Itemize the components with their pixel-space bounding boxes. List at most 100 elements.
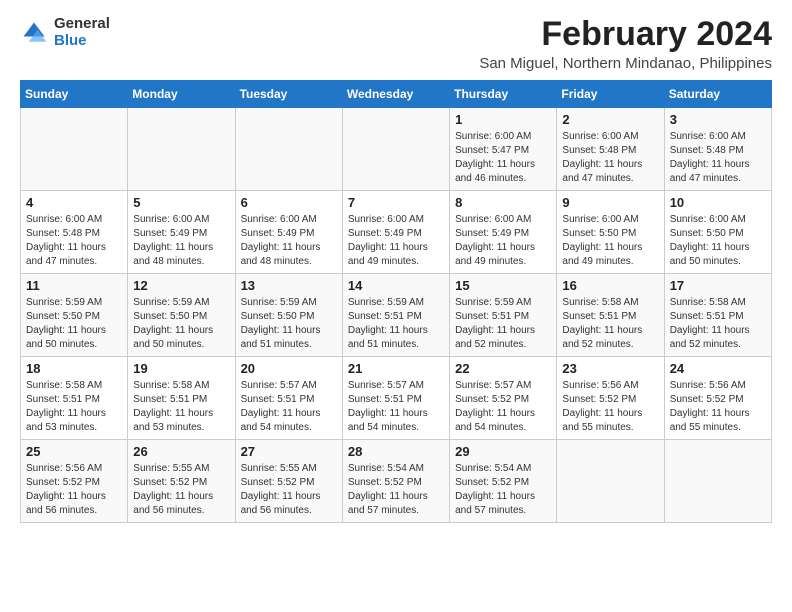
cell-day-number: 14 <box>348 278 444 293</box>
cell-daylight-info: Sunrise: 6:00 AM Sunset: 5:48 PM Dayligh… <box>670 130 766 186</box>
cell-daylight-info: Sunrise: 5:59 AM Sunset: 5:51 PM Dayligh… <box>348 296 444 352</box>
calendar-cell: 20Sunrise: 5:57 AM Sunset: 5:51 PM Dayli… <box>235 357 342 440</box>
cell-daylight-info: Sunrise: 5:57 AM Sunset: 5:52 PM Dayligh… <box>455 379 551 435</box>
cell-day-number: 18 <box>26 361 122 376</box>
cell-day-number: 8 <box>455 195 551 210</box>
calendar-week-row: 1 Sunrise: 6:00 AM Sunset: 5:47 PM Daylig… <box>21 108 772 191</box>
cell-day-number: 26 <box>133 444 229 459</box>
calendar-cell: 21 Sunrise: 5:57 AM Sunset: 5:51 PM Dayli… <box>342 357 449 440</box>
cell-day-number: 21 <box>348 361 444 376</box>
calendar-cell: 29 Sunrise: 5:54 AM Sunset: 5:52 PM Dayli… <box>450 440 557 523</box>
cell-day-number: 25 <box>26 444 122 459</box>
cell-daylight-info: Sunrise: 5:56 AM Sunset: 5:52 PM Dayligh… <box>26 462 122 518</box>
title-block: February 2024 San Miguel, Northern Minda… <box>479 16 772 72</box>
cell-daylight-info: Sunrise: 6:00 AM Sunset: 5:50 PM Dayligh… <box>670 213 766 269</box>
calendar-cell: 17Sunrise: 5:58 AM Sunset: 5:51 PM Dayli… <box>664 274 771 357</box>
cell-daylight-info: Sunrise: 5:54 AM Sunset: 5:52 PM Dayligh… <box>455 462 551 518</box>
calendar-cell <box>21 108 128 191</box>
cell-daylight-info: Sunrise: 6:00 AM Sunset: 5:49 PM Dayligh… <box>455 213 551 269</box>
calendar-week-row: 4Sunrise: 6:00 AM Sunset: 5:48 PM Daylig… <box>21 191 772 274</box>
cell-daylight-info: Sunrise: 5:58 AM Sunset: 5:51 PM Dayligh… <box>26 379 122 435</box>
cell-day-number: 13 <box>241 278 337 293</box>
logo-general: General <box>54 16 110 33</box>
cell-day-number: 2 <box>562 112 658 127</box>
calendar-cell: 22 Sunrise: 5:57 AM Sunset: 5:52 PM Dayli… <box>450 357 557 440</box>
calendar-cell: 6 Sunrise: 6:00 AM Sunset: 5:49 PM Daylig… <box>235 191 342 274</box>
cell-day-number: 22 <box>455 361 551 376</box>
weekday-header: Friday <box>557 81 664 108</box>
cell-daylight-info: Sunrise: 5:57 AM Sunset: 5:51 PM Dayligh… <box>241 379 337 435</box>
calendar-cell: 2 Sunrise: 6:00 AM Sunset: 5:48 PM Daylig… <box>557 108 664 191</box>
header: General Blue February 2024 San Miguel, N… <box>20 16 772 72</box>
cell-daylight-info: Sunrise: 5:56 AM Sunset: 5:52 PM Dayligh… <box>670 379 766 435</box>
calendar-cell: 3 Sunrise: 6:00 AM Sunset: 5:48 PM Daylig… <box>664 108 771 191</box>
cell-day-number: 29 <box>455 444 551 459</box>
cell-daylight-info: Sunrise: 6:00 AM Sunset: 5:49 PM Dayligh… <box>133 213 229 269</box>
calendar-cell: 19Sunrise: 5:58 AM Sunset: 5:51 PM Dayli… <box>128 357 235 440</box>
calendar-cell: 16 Sunrise: 5:58 AM Sunset: 5:51 PM Dayli… <box>557 274 664 357</box>
calendar-cell <box>128 108 235 191</box>
cell-day-number: 10 <box>670 195 766 210</box>
calendar-cell: 14 Sunrise: 5:59 AM Sunset: 5:51 PM Dayli… <box>342 274 449 357</box>
calendar-cell <box>664 440 771 523</box>
cell-day-number: 15 <box>455 278 551 293</box>
calendar-cell <box>342 108 449 191</box>
calendar-cell: 23Sunrise: 5:56 AM Sunset: 5:52 PM Dayli… <box>557 357 664 440</box>
cell-day-number: 28 <box>348 444 444 459</box>
cell-day-number: 27 <box>241 444 337 459</box>
cell-daylight-info: Sunrise: 6:00 AM Sunset: 5:49 PM Dayligh… <box>241 213 337 269</box>
calendar-cell: 27Sunrise: 5:55 AM Sunset: 5:52 PM Dayli… <box>235 440 342 523</box>
calendar-week-row: 11Sunrise: 5:59 AM Sunset: 5:50 PM Dayli… <box>21 274 772 357</box>
calendar-cell: 1 Sunrise: 6:00 AM Sunset: 5:47 PM Daylig… <box>450 108 557 191</box>
weekday-header: Thursday <box>450 81 557 108</box>
calendar-cell: 4Sunrise: 6:00 AM Sunset: 5:48 PM Daylig… <box>21 191 128 274</box>
cell-daylight-info: Sunrise: 6:00 AM Sunset: 5:47 PM Dayligh… <box>455 130 551 186</box>
logo-text: General Blue <box>54 16 110 49</box>
cell-day-number: 12 <box>133 278 229 293</box>
weekday-header: Tuesday <box>235 81 342 108</box>
calendar-cell: 10 Sunrise: 6:00 AM Sunset: 5:50 PM Dayli… <box>664 191 771 274</box>
cell-daylight-info: Sunrise: 6:00 AM Sunset: 5:48 PM Dayligh… <box>562 130 658 186</box>
calendar-cell: 7 Sunrise: 6:00 AM Sunset: 5:49 PM Daylig… <box>342 191 449 274</box>
cell-day-number: 3 <box>670 112 766 127</box>
header-row: SundayMondayTuesdayWednesdayThursdayFrid… <box>21 81 772 108</box>
calendar-week-row: 18 Sunrise: 5:58 AM Sunset: 5:51 PM Dayli… <box>21 357 772 440</box>
weekday-header: Monday <box>128 81 235 108</box>
cell-day-number: 16 <box>562 278 658 293</box>
cell-daylight-info: Sunrise: 5:58 AM Sunset: 5:51 PM Dayligh… <box>562 296 658 352</box>
calendar-cell: 26Sunrise: 5:55 AM Sunset: 5:52 PM Dayli… <box>128 440 235 523</box>
calendar-cell: 18 Sunrise: 5:58 AM Sunset: 5:51 PM Dayli… <box>21 357 128 440</box>
cell-day-number: 6 <box>241 195 337 210</box>
logo-blue: Blue <box>54 33 110 50</box>
calendar-week-row: 25 Sunrise: 5:56 AM Sunset: 5:52 PM Dayli… <box>21 440 772 523</box>
cell-daylight-info: Sunrise: 5:56 AM Sunset: 5:52 PM Dayligh… <box>562 379 658 435</box>
cell-daylight-info: Sunrise: 5:59 AM Sunset: 5:50 PM Dayligh… <box>241 296 337 352</box>
cell-day-number: 1 <box>455 112 551 127</box>
calendar-cell: 25 Sunrise: 5:56 AM Sunset: 5:52 PM Dayli… <box>21 440 128 523</box>
calendar-cell: 24 Sunrise: 5:56 AM Sunset: 5:52 PM Dayli… <box>664 357 771 440</box>
calendar-cell: 13 Sunrise: 5:59 AM Sunset: 5:50 PM Dayli… <box>235 274 342 357</box>
calendar-cell: 11Sunrise: 5:59 AM Sunset: 5:50 PM Dayli… <box>21 274 128 357</box>
page-subtitle: San Miguel, Northern Mindanao, Philippin… <box>479 55 772 72</box>
cell-day-number: 24 <box>670 361 766 376</box>
cell-daylight-info: Sunrise: 6:00 AM Sunset: 5:50 PM Dayligh… <box>562 213 658 269</box>
cell-day-number: 7 <box>348 195 444 210</box>
weekday-header: Wednesday <box>342 81 449 108</box>
calendar-cell <box>557 440 664 523</box>
weekday-header: Saturday <box>664 81 771 108</box>
cell-daylight-info: Sunrise: 6:00 AM Sunset: 5:49 PM Dayligh… <box>348 213 444 269</box>
calendar-table: SundayMondayTuesdayWednesdayThursdayFrid… <box>20 80 772 523</box>
cell-day-number: 19 <box>133 361 229 376</box>
page-title: February 2024 <box>479 16 772 53</box>
calendar-cell: 8 Sunrise: 6:00 AM Sunset: 5:49 PM Daylig… <box>450 191 557 274</box>
calendar-body: 1 Sunrise: 6:00 AM Sunset: 5:47 PM Daylig… <box>21 108 772 523</box>
calendar-cell <box>235 108 342 191</box>
weekday-header: Sunday <box>21 81 128 108</box>
cell-daylight-info: Sunrise: 5:57 AM Sunset: 5:51 PM Dayligh… <box>348 379 444 435</box>
cell-daylight-info: Sunrise: 5:58 AM Sunset: 5:51 PM Dayligh… <box>670 296 766 352</box>
logo: General Blue <box>20 16 110 49</box>
cell-daylight-info: Sunrise: 5:54 AM Sunset: 5:52 PM Dayligh… <box>348 462 444 518</box>
calendar-cell: 9 Sunrise: 6:00 AM Sunset: 5:50 PM Daylig… <box>557 191 664 274</box>
cell-daylight-info: Sunrise: 5:59 AM Sunset: 5:51 PM Dayligh… <box>455 296 551 352</box>
cell-day-number: 9 <box>562 195 658 210</box>
